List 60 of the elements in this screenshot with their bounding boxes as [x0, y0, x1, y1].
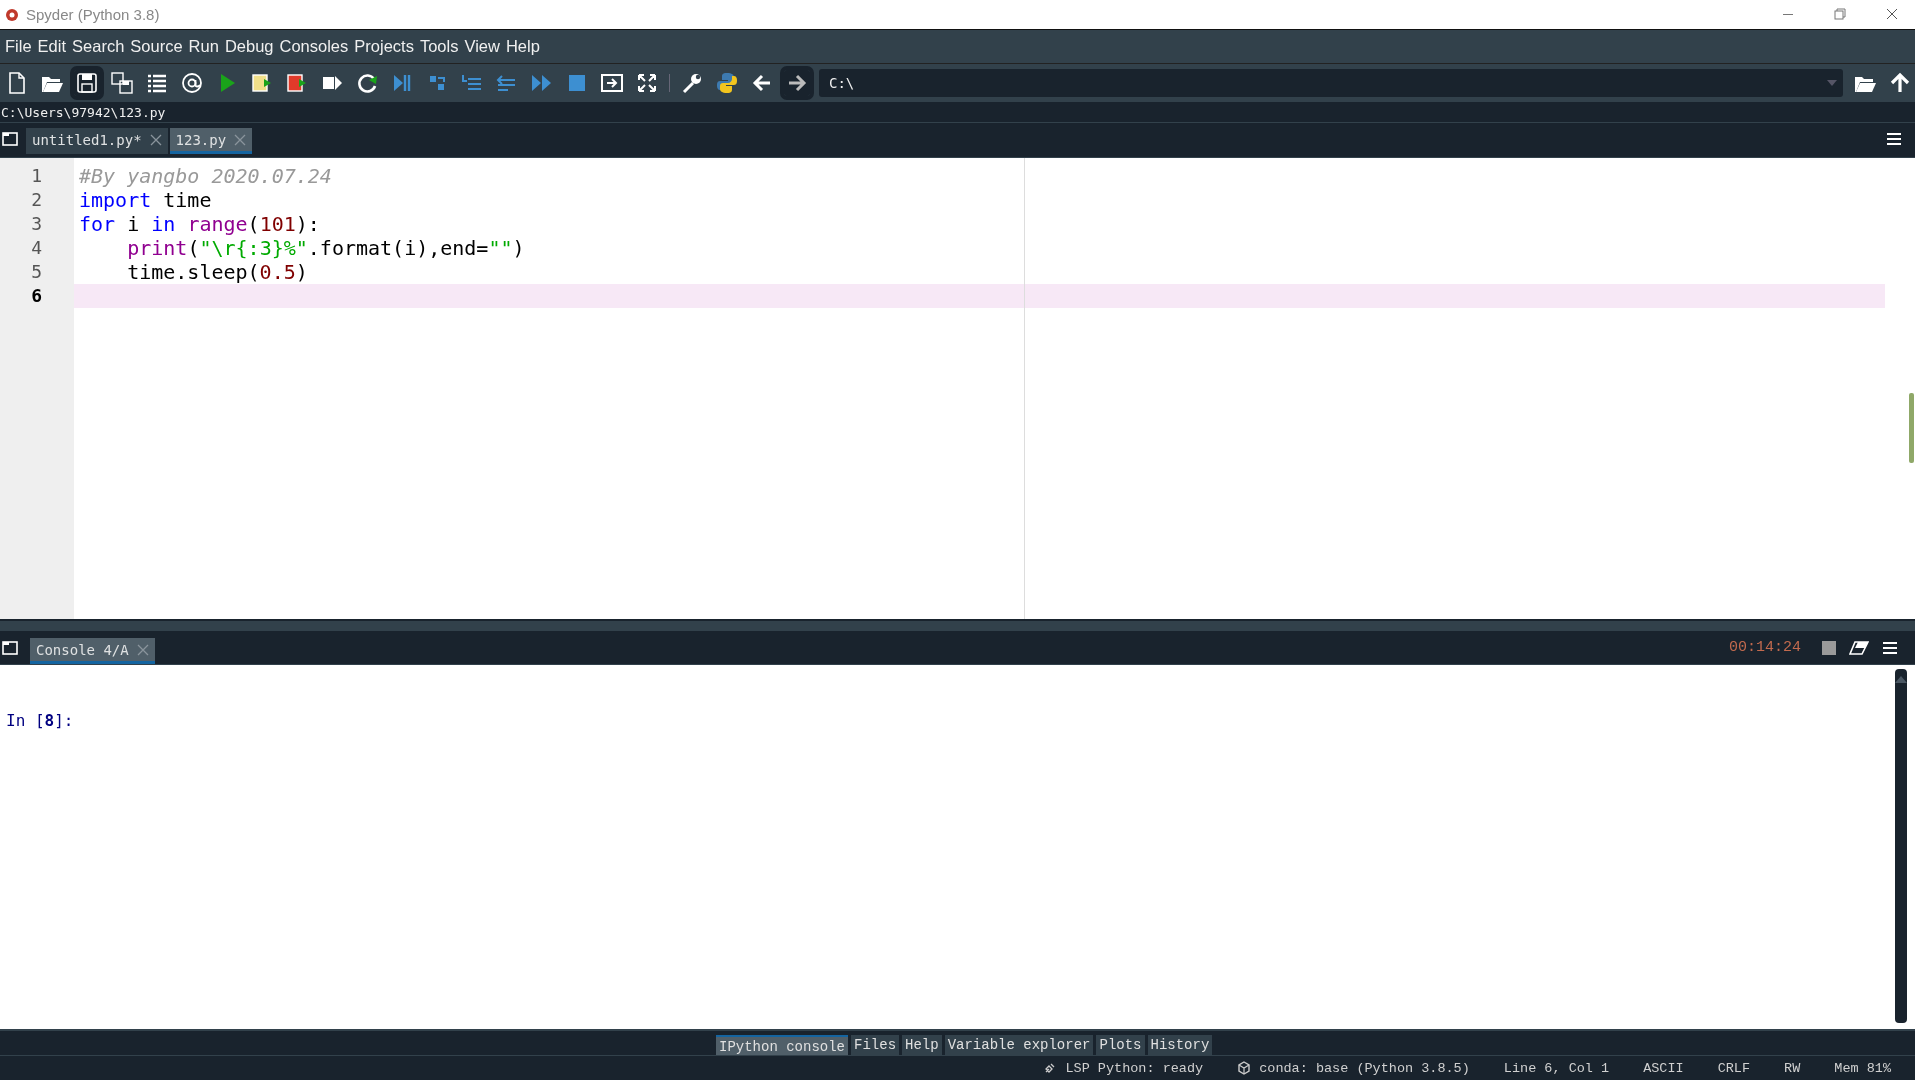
python-logo-icon[interactable]	[714, 70, 740, 96]
console-output[interactable]: In [8]:	[0, 664, 1915, 1029]
editor-tab[interactable]: 123.py	[169, 128, 253, 154]
pane-icon[interactable]	[2, 640, 18, 655]
window-title: Spyder (Python 3.8)	[26, 6, 160, 23]
status-text: LSP Python: ready	[1065, 1060, 1204, 1076]
menu-item[interactable]: Projects	[351, 35, 417, 58]
cube-icon	[1237, 1061, 1252, 1075]
line-number: 3	[30, 212, 43, 236]
save-all-icon[interactable]	[109, 70, 135, 96]
menu-item[interactable]: Debug	[221, 35, 277, 58]
status-text: ASCII	[1643, 1060, 1684, 1076]
status-text: CRLF	[1717, 1060, 1751, 1076]
menu-item[interactable]: Run	[185, 35, 222, 58]
menu-item[interactable]: Help	[502, 35, 543, 58]
close-tab-icon[interactable]	[149, 133, 162, 146]
code-line: import time	[79, 188, 212, 212]
code-line: print("\r{:3}%".format(i),end="")	[126, 236, 525, 260]
pane-tab[interactable]: Files	[851, 1035, 900, 1055]
menu-item[interactable]: Source	[127, 35, 186, 58]
pane-tab[interactable]: Variable explorer	[944, 1035, 1094, 1055]
line-number: 5	[30, 260, 43, 284]
at-sign-icon[interactable]	[179, 70, 205, 96]
console-tab[interactable]: Console 4/A	[30, 638, 155, 664]
line-number: 1	[30, 164, 43, 188]
eraser-icon[interactable]	[1849, 639, 1869, 656]
elapsed-time: 00:14:24	[1729, 639, 1801, 656]
menu-item[interactable]: File	[2, 35, 35, 58]
editor-tab[interactable]: untitled1.py*	[26, 128, 168, 154]
line-number: 6	[30, 284, 43, 308]
pane-tab[interactable]: Help	[902, 1035, 942, 1055]
menu-item[interactable]: Edit	[34, 35, 70, 58]
app-logo-icon	[4, 6, 20, 23]
file-path: C:\Users\97942\123.py	[0, 104, 166, 120]
code-editor[interactable]: 1 2 3 4 5 6 #By yangbo 2020.07.24 import time for i in range(101): print("\r{:3}%".format(i),end="") time.sleep(0.5)	[0, 157, 1915, 619]
status-text: Mem 81%	[1834, 1060, 1891, 1076]
menu-icon[interactable]	[1881, 639, 1899, 656]
pane-tab[interactable]: History	[1147, 1035, 1213, 1055]
pane-tab[interactable]: IPython console	[716, 1035, 849, 1055]
status-text: Line 6, Col 1	[1503, 1060, 1610, 1076]
path-field[interactable]: C:\	[819, 69, 1843, 97]
stop-kernel-icon[interactable]	[1821, 639, 1837, 656]
scrollbar[interactable]	[1895, 669, 1907, 1023]
status-text: conda: base (Python 3.8.5)	[1259, 1060, 1470, 1076]
menu-item[interactable]: Search	[69, 35, 128, 58]
code-line: #By yangbo 2020.07.24	[79, 164, 332, 188]
pane-icon[interactable]	[2, 131, 18, 146]
menu-item[interactable]: Consoles	[276, 35, 352, 58]
pane-tab[interactable]: Plots	[1096, 1035, 1145, 1055]
menu-icon[interactable]	[1885, 130, 1903, 147]
menu-item[interactable]: Tools	[416, 35, 462, 58]
line-number: 4	[30, 236, 43, 260]
code-line: time.sleep(0.5)	[126, 260, 308, 284]
console-prompt: In [8]:	[6, 711, 74, 730]
scrollbar-marker	[1909, 393, 1914, 463]
line-number: 2	[30, 188, 43, 212]
code-line: for i in range(101):	[79, 212, 320, 236]
status-text: RW	[1784, 1060, 1801, 1076]
splitter-handle[interactable]	[0, 621, 1915, 631]
menu-item[interactable]: View	[461, 35, 503, 58]
